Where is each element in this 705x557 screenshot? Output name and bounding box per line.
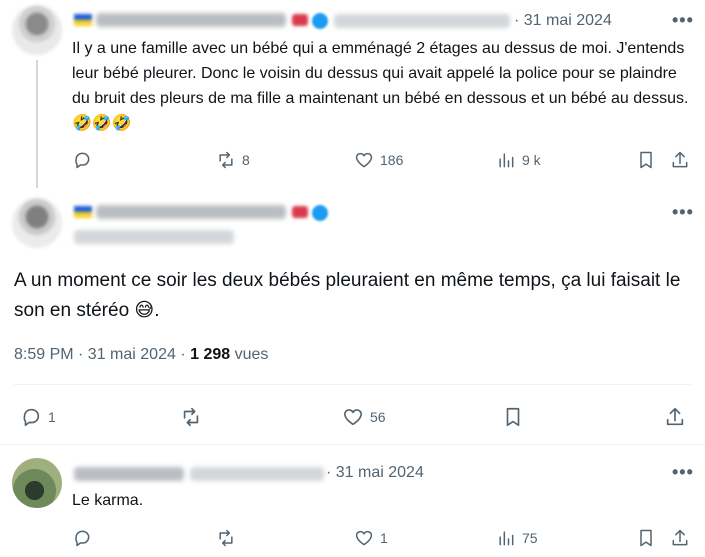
reply-button[interactable]: 1 xyxy=(20,406,56,428)
views-icon xyxy=(499,153,514,168)
reply-button[interactable] xyxy=(72,528,98,548)
more-icon[interactable]: ••• xyxy=(672,10,694,31)
divider xyxy=(0,444,705,445)
tweet-text: Il y a une famille avec un bébé qui a em… xyxy=(72,36,697,136)
flag-icon xyxy=(292,206,308,218)
retweet-count: 8 xyxy=(242,152,250,168)
tweet-text-content: A un moment ce soir les deux bébés pleur… xyxy=(14,270,681,321)
share-icon xyxy=(666,407,684,426)
tweet-text: A un moment ce soir les deux bébés pleur… xyxy=(14,266,694,326)
retweet-icon xyxy=(219,151,233,169)
verified-icon xyxy=(312,205,328,221)
bookmark-button[interactable] xyxy=(502,406,524,428)
avatar[interactable] xyxy=(12,458,62,508)
author-name[interactable] xyxy=(96,205,286,219)
like-count: 186 xyxy=(380,152,404,168)
retweet-icon xyxy=(219,529,233,547)
thread-line xyxy=(36,60,38,188)
views-label: vues xyxy=(230,346,269,363)
tweet-date[interactable]: · 31 mai 2024 xyxy=(326,464,424,482)
like-button[interactable]: 186 xyxy=(354,150,403,170)
author-name[interactable] xyxy=(96,13,286,27)
reply-icon xyxy=(75,530,90,547)
author-handle[interactable] xyxy=(74,230,234,244)
reply-button[interactable] xyxy=(72,150,98,170)
retweet-button[interactable] xyxy=(216,528,242,548)
views-count: 9 k xyxy=(522,152,541,168)
bookmark-icon xyxy=(640,151,652,169)
tweet-text-end: . xyxy=(154,300,160,321)
sweat-smile-emoji-icon: 😅 xyxy=(134,300,155,321)
like-count: 56 xyxy=(370,409,386,425)
bookmark-button[interactable] xyxy=(636,528,656,548)
avatar[interactable] xyxy=(12,5,62,55)
tweet-text: Le karma. xyxy=(72,492,144,509)
share-icon xyxy=(672,529,688,546)
share-button[interactable] xyxy=(670,528,690,548)
retweet-button[interactable] xyxy=(180,406,208,428)
views-count: 75 xyxy=(522,530,538,546)
reply-icon xyxy=(75,152,90,169)
share-button[interactable] xyxy=(670,150,690,170)
flag-ukraine-icon xyxy=(74,14,92,26)
tweet-text-content: Il y a une famille avec un bébé qui a em… xyxy=(72,40,689,107)
divider xyxy=(14,384,691,385)
author-name[interactable] xyxy=(74,467,184,481)
like-icon xyxy=(355,530,373,546)
views-total: 1 298 xyxy=(190,346,231,363)
like-button[interactable]: 56 xyxy=(342,406,386,428)
tweet-time[interactable]: 8:59 PM · 31 mai 2024 · xyxy=(14,346,190,363)
reply-icon xyxy=(23,408,40,427)
views-button[interactable]: 75 xyxy=(496,528,538,548)
bookmark-button[interactable] xyxy=(636,150,656,170)
avatar[interactable] xyxy=(12,198,62,248)
like-count: 1 xyxy=(380,530,388,546)
like-button[interactable]: 1 xyxy=(354,528,388,548)
share-button[interactable] xyxy=(664,406,686,428)
laughing-emoji-icon: 🤣🤣🤣 xyxy=(72,115,132,132)
views-icon xyxy=(499,531,514,546)
more-icon[interactable]: ••• xyxy=(672,462,694,483)
flag-icon xyxy=(292,14,308,26)
more-icon[interactable]: ••• xyxy=(672,202,694,223)
author-handle[interactable] xyxy=(334,14,510,28)
retweet-button[interactable]: 8 xyxy=(216,150,250,170)
author-handle[interactable] xyxy=(190,467,324,481)
like-icon xyxy=(343,409,363,426)
share-icon xyxy=(672,151,688,168)
reply-count: 1 xyxy=(48,409,56,425)
bookmark-icon xyxy=(506,407,520,427)
views-button[interactable]: 9 k xyxy=(496,150,541,170)
flag-ukraine-icon xyxy=(74,206,92,218)
tweet-date[interactable]: · 31 mai 2024 xyxy=(514,12,612,30)
verified-icon xyxy=(312,13,328,29)
like-icon xyxy=(355,152,373,168)
bookmark-icon xyxy=(640,529,652,547)
tweet-timestamp: 8:59 PM · 31 mai 2024 · 1 298 vues xyxy=(14,346,268,364)
retweet-icon xyxy=(183,407,199,427)
